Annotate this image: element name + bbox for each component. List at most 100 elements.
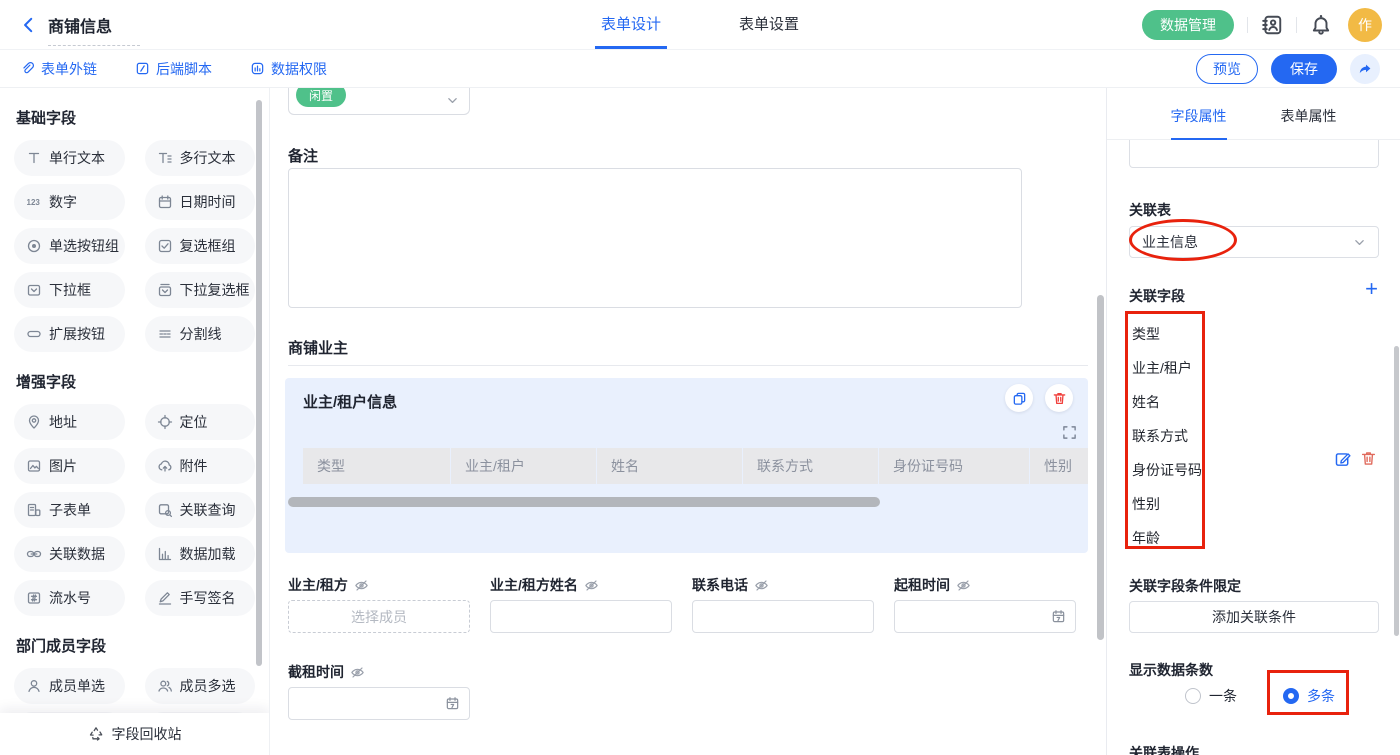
save-button[interactable]: 保存 <box>1271 54 1337 84</box>
field-type-data-load[interactable]: 数据加载 <box>145 536 256 572</box>
edit-icon[interactable] <box>1334 450 1352 468</box>
field-type-number[interactable]: 123数字 <box>14 184 125 220</box>
field-type-radio-group[interactable]: 单选按钮组 <box>14 228 125 264</box>
field-type-multi-line-text[interactable]: 多行文本 <box>145 140 256 176</box>
text-icon <box>26 150 42 166</box>
cloud-upload-icon <box>157 458 173 474</box>
section-divider <box>288 365 1088 366</box>
form-canvas[interactable]: 闲置 备注 商铺业主 业主/租户信息 <box>270 88 1106 755</box>
field-type-divider[interactable]: 分割线 <box>145 316 256 352</box>
properties-panel: 字段属性 表单属性 关联表 业主信息 关联字段 + 类型 业主/租户 姓名 联系… <box>1106 88 1400 755</box>
chevron-down-icon <box>1353 236 1366 249</box>
tab-form-properties[interactable]: 表单属性 <box>1281 88 1337 140</box>
relation-field-item[interactable]: 姓名 <box>1132 385 1202 419</box>
field-type-select[interactable]: 下拉框 <box>14 272 125 308</box>
column-header: 联系方式 <box>743 448 878 484</box>
relation-field-item[interactable]: 类型 <box>1132 317 1202 351</box>
field-type-extend-button[interactable]: 扩展按钮 <box>14 316 125 352</box>
field-type-checkbox-group[interactable]: 复选框组 <box>145 228 256 264</box>
relation-field-item[interactable]: 年龄 <box>1132 521 1202 555</box>
field-type-serial-number[interactable]: 流水号 <box>14 580 125 616</box>
backend-script-link[interactable]: 后端脚本 <box>135 59 212 79</box>
lease-end-input[interactable] <box>288 687 470 720</box>
add-condition-button[interactable]: 添加关联条件 <box>1129 601 1379 633</box>
condition-limit-label: 关联字段条件限定 <box>1129 576 1241 596</box>
link-icon <box>26 546 42 562</box>
relation-fields-list: 类型 业主/租户 姓名 联系方式 身份证号码 性别 年龄 <box>1132 317 1202 555</box>
data-permission-link[interactable]: 数据权限 <box>250 59 327 79</box>
preview-button[interactable]: 预览 <box>1196 54 1258 84</box>
field-type-datetime[interactable]: 日期时间 <box>145 184 256 220</box>
horizontal-scrollbar[interactable] <box>288 497 880 507</box>
field-type-image[interactable]: 图片 <box>14 448 125 484</box>
column-header: 业主/租户 <box>451 448 596 484</box>
map-pin-icon <box>26 414 42 430</box>
address-book-icon[interactable] <box>1261 14 1283 36</box>
expand-icon[interactable] <box>1062 425 1077 440</box>
subform-title: 业主/租户信息 <box>303 391 397 412</box>
field-type-subform[interactable]: 子表单 <box>14 492 125 528</box>
remark-textarea[interactable] <box>288 168 1022 308</box>
phone-input[interactable] <box>692 600 874 633</box>
divider <box>1296 17 1297 33</box>
field-library-sidebar: 基础字段 单行文本 多行文本 123数字 日期时间 单选按钮组 复选框组 下拉框… <box>0 88 270 755</box>
field-type-address[interactable]: 地址 <box>14 404 125 440</box>
column-header: 性别 <box>1030 448 1088 484</box>
field-type-relation-query[interactable]: 关联查询 <box>145 492 256 528</box>
status-dropdown-field[interactable]: 闲置 <box>288 88 470 115</box>
lease-start-field[interactable]: 起租时间 <box>894 575 1076 633</box>
sidebar-scrollbar[interactable] <box>256 100 262 666</box>
field-recycle-bin[interactable]: 字段回收站 <box>0 713 269 755</box>
page-title: 商铺信息 <box>48 13 112 37</box>
lease-end-field[interactable]: 截租时间 <box>288 662 470 720</box>
field-type-member-single[interactable]: 成员单选 <box>14 668 125 704</box>
field-type-relation-data[interactable]: 关联数据 <box>14 536 125 572</box>
member-field-label: 业主/租方 <box>288 575 348 595</box>
field-title-input-partial[interactable] <box>1129 140 1379 168</box>
calendar-icon <box>157 194 173 210</box>
tab-field-properties[interactable]: 字段属性 <box>1171 88 1227 140</box>
form-external-link[interactable]: 表单外链 <box>20 59 97 79</box>
tab-form-design[interactable]: 表单设计 <box>595 0 667 49</box>
field-type-multi-select[interactable]: 下拉复选框 <box>145 272 256 308</box>
trash-icon[interactable] <box>1360 450 1377 468</box>
notification-bell-icon[interactable] <box>1310 14 1332 36</box>
subform-block-selected[interactable]: 业主/租户信息 类型 业主/租户 姓名 联系方式 身份证号码 性别 <box>285 378 1088 553</box>
owner-name-input[interactable] <box>490 600 672 633</box>
copy-field-button[interactable] <box>1005 384 1033 412</box>
user-avatar[interactable]: 作 <box>1348 8 1382 42</box>
enhanced-fields-grid: 地址 定位 图片 附件 子表单 关联查询 关联数据 数据加载 流水号 手写签名 <box>14 404 255 616</box>
relation-field-item[interactable]: 联系方式 <box>1132 419 1202 453</box>
remark-field-label: 备注 <box>288 145 318 166</box>
field-type-member-multi[interactable]: 成员多选 <box>145 668 256 704</box>
status-tag: 闲置 <box>296 88 346 107</box>
panel-scrollbar[interactable] <box>1394 346 1399 636</box>
field-type-single-line-text[interactable]: 单行文本 <box>14 140 125 176</box>
field-type-signature[interactable]: 手写签名 <box>145 580 256 616</box>
relation-field-item[interactable]: 身份证号码 <box>1132 453 1202 487</box>
relation-table-label: 关联表 <box>1129 200 1171 220</box>
member-picker-input[interactable]: 选择成员 <box>288 600 470 633</box>
relation-table-select[interactable]: 业主信息 <box>1129 226 1379 258</box>
lease-start-input[interactable] <box>894 600 1076 633</box>
delete-field-button[interactable] <box>1045 384 1073 412</box>
section-title-member-fields: 部门成员字段 <box>16 635 253 656</box>
share-button[interactable] <box>1350 54 1380 84</box>
radio-multiple[interactable]: 多条 <box>1283 686 1335 706</box>
target-icon <box>157 414 173 430</box>
field-type-attachment[interactable]: 附件 <box>145 448 256 484</box>
tab-form-settings[interactable]: 表单设置 <box>733 0 805 49</box>
phone-field[interactable]: 联系电话 <box>692 575 874 633</box>
relation-field-item[interactable]: 性别 <box>1132 487 1202 521</box>
serial-number-icon <box>26 590 42 606</box>
owner-name-field[interactable]: 业主/租方姓名 <box>490 575 672 633</box>
radio-single[interactable]: 一条 <box>1185 686 1237 706</box>
data-manage-button[interactable]: 数据管理 <box>1142 10 1234 40</box>
users-icon <box>157 678 173 694</box>
relation-field-item[interactable]: 业主/租户 <box>1132 351 1202 385</box>
member-field[interactable]: 业主/租方 选择成员 <box>288 575 470 633</box>
add-relation-field-icon[interactable]: + <box>1365 278 1378 300</box>
canvas-scrollbar[interactable] <box>1097 295 1104 640</box>
field-type-location[interactable]: 定位 <box>145 404 256 440</box>
back-icon[interactable] <box>20 16 38 34</box>
